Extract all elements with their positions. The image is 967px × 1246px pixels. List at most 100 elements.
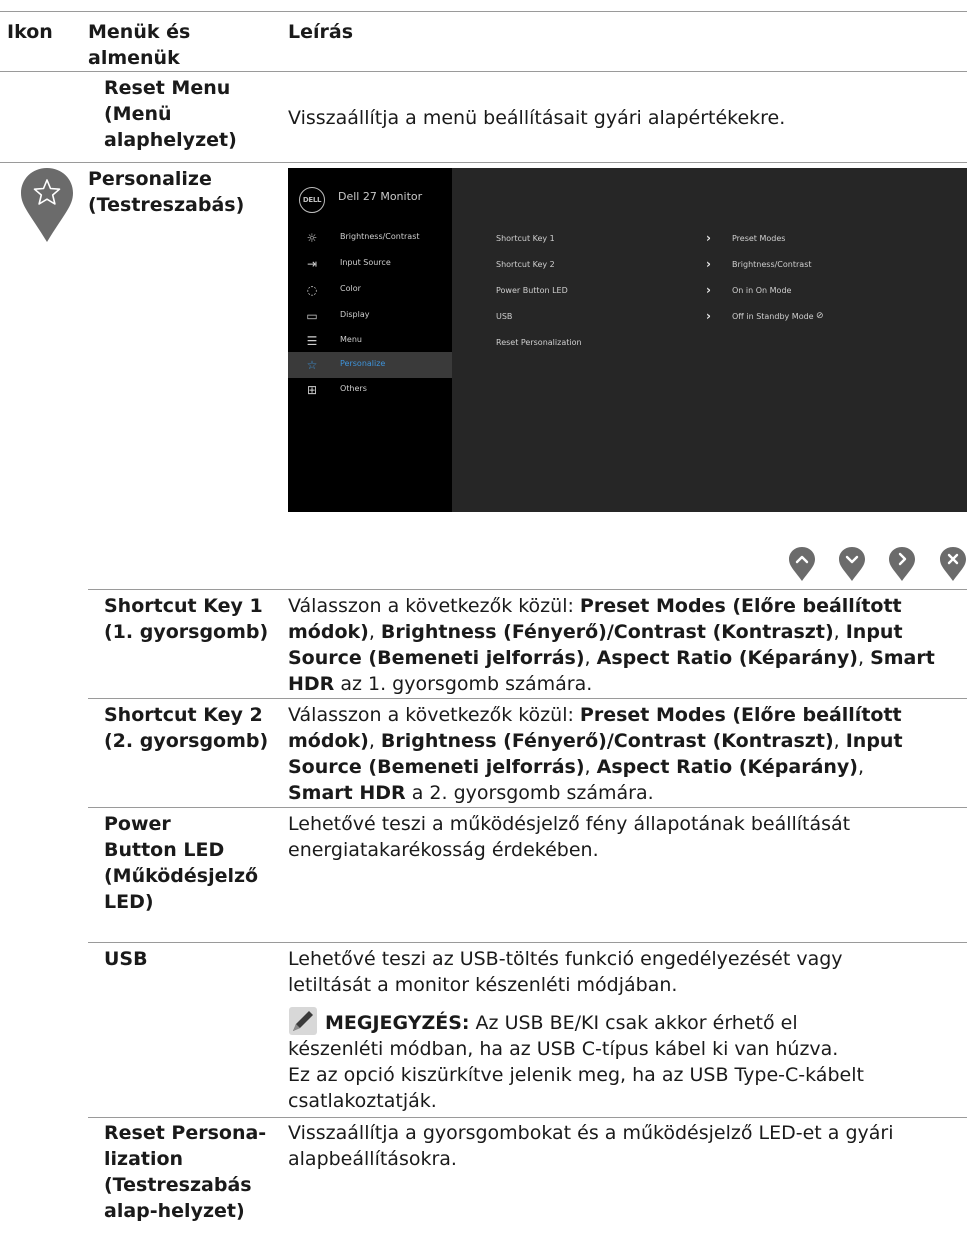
personalize-name: Personalize (Testreszabás) — [88, 168, 245, 216]
chevron-right-icon: › — [706, 257, 711, 271]
text: , — [833, 730, 846, 752]
name-line: alap-helyzet) — [104, 1200, 245, 1222]
osd-option-power-button-led[interactable]: Power Button LED — [496, 286, 568, 295]
text: Lehetővé teszi az USB-töltés funkció eng… — [288, 948, 843, 970]
text: Lehetővé teszi a működésjelző fény állap… — [288, 813, 851, 835]
osd-value: Brightness/Contrast — [732, 260, 812, 269]
osd-item-label: Brightness/Contrast — [340, 232, 420, 241]
text: a 2. gyorsgomb számára. — [405, 782, 654, 804]
color-icon: ◌ — [306, 283, 318, 297]
top-rule — [0, 11, 967, 12]
osd-item-label: Color — [340, 284, 361, 293]
osd-value: Preset Modes — [732, 234, 786, 243]
text: , — [857, 647, 871, 669]
chevron-right-icon: › — [706, 309, 711, 323]
name-line: Reset Persona- — [104, 1122, 267, 1144]
osd-item-label: Display — [340, 310, 370, 319]
name-line: LED) — [104, 891, 154, 913]
text: Az USB BE/KI csak akkor érhető el — [469, 1012, 798, 1034]
text: Source (Bemeneti jelforrás) — [288, 756, 585, 778]
reset-personalization-name: Reset Persona- lization (Testreszabás al… — [104, 1120, 266, 1224]
text: Smart HDR — [288, 782, 406, 804]
osd-option-usb[interactable]: USB — [496, 312, 512, 321]
osd-item-label: Personalize — [340, 359, 386, 368]
osd-item-display[interactable]: ▭ Display — [288, 303, 452, 329]
text: , — [857, 756, 865, 778]
osd-title: Dell 27 Monitor — [338, 190, 423, 203]
star-icon — [21, 168, 73, 242]
osd-panel: Shortcut Key 1 › Preset Modes Shortcut K… — [452, 168, 967, 512]
standby-icon: ⊘ — [816, 311, 824, 321]
reset-menu-desc: Visszaállítja a menü beállításait gyári … — [288, 107, 786, 129]
osd-option-shortcut-key-2[interactable]: Shortcut Key 2 — [496, 260, 555, 269]
text: Preset Modes (Előre beállított — [579, 704, 902, 726]
shortcut-key-2-name: Shortcut Key 2 (2. gyorsgomb) — [104, 702, 268, 754]
osd-item-brightness[interactable]: ☼ Brightness/Contrast — [288, 225, 452, 251]
text: Válasszon a következők közül: — [288, 704, 580, 726]
close-icon — [940, 547, 966, 581]
text: , — [584, 756, 597, 778]
usb-note: MEGJEGYZÉS: Az USB BE/KI csak akkor érhe… — [288, 1010, 967, 1114]
osd-item-menu[interactable]: ☰ Menu — [288, 328, 452, 354]
reset-personalization-desc: Visszaállítja a gyorsgombokat és a működ… — [288, 1120, 967, 1172]
shortcut-key-1-desc: Válasszon a következők közül: Preset Mod… — [288, 593, 967, 697]
text: HDR — [288, 673, 335, 695]
name-line: Shortcut Key 1 — [104, 595, 263, 617]
input-source-icon: ⇥ — [306, 257, 318, 271]
text: Aspect Ratio (Képarány) — [596, 647, 858, 669]
text: , — [368, 621, 381, 643]
name-line: (2. gyorsgomb) — [104, 730, 269, 752]
name-line: (1. gyorsgomb) — [104, 621, 269, 643]
header-rule — [0, 71, 967, 72]
rule — [88, 589, 967, 590]
shortcut-key-2-desc: Válasszon a következők közül: Preset Mod… — [288, 702, 967, 806]
text: energiatakarékosság érdekében. — [288, 839, 599, 861]
text: Input — [845, 621, 903, 643]
osd-item-color[interactable]: ◌ Color — [288, 277, 452, 303]
name-line: lization — [104, 1148, 184, 1170]
text: módok) — [288, 621, 369, 643]
text: Brightness (Fényerő)/Contrast (Kontraszt… — [380, 621, 834, 643]
reset-menu-name: Reset Menu (Menü alaphelyzet) — [104, 77, 237, 151]
others-icon: ⊞ — [306, 383, 318, 397]
menu-icon: ☰ — [306, 334, 318, 348]
text: Visszaállítja a gyorsgombokat és a működ… — [288, 1122, 894, 1144]
text: letiltását a monitor készenléti módjában… — [288, 974, 678, 996]
osd-sidebar: DELL Dell 27 Monitor ☼ Brightness/Contra… — [288, 168, 452, 512]
osd-value: On in On Mode — [732, 286, 792, 295]
right-icon — [889, 547, 915, 581]
osd-item-label: Others — [340, 384, 367, 393]
rule — [88, 1117, 967, 1118]
usb-desc: Lehetővé teszi az USB-töltés funkció eng… — [288, 946, 967, 998]
star-icon: ☆ — [306, 358, 318, 372]
osd-item-label: Menu — [340, 335, 362, 344]
text: , — [584, 647, 597, 669]
osd-item-personalize[interactable]: ☆ Personalize — [288, 352, 452, 378]
header-menus: Menük és almenük — [88, 21, 191, 69]
text: Preset Modes (Előre beállított — [579, 595, 902, 617]
name-line: Power — [104, 813, 171, 835]
down-icon — [839, 547, 865, 581]
shortcut-key-1-name: Shortcut Key 1 (1. gyorsgomb) — [104, 593, 268, 645]
rule — [88, 807, 967, 808]
text: , — [833, 621, 846, 643]
up-icon — [789, 547, 815, 581]
text: készenléti módban, ha az USB C-típus káb… — [288, 1038, 839, 1060]
power-button-led-name: Power Button LED (Működésjelző LED) — [104, 811, 258, 915]
text: Válasszon a következők közül: — [288, 595, 580, 617]
name-line: Shortcut Key 2 — [104, 704, 263, 726]
name-line: (Testreszabás — [104, 1174, 252, 1196]
usb-name: USB — [104, 948, 148, 970]
brightness-icon: ☼ — [306, 231, 318, 245]
header-ikon: Ikon — [7, 21, 53, 43]
text: Ez az opció kiszürkítve jelenik meg, ha … — [288, 1064, 864, 1086]
osd-value: Off in Standby Mode — [732, 312, 814, 321]
note-label: MEGJEGYZÉS: — [325, 1012, 470, 1034]
osd-option-reset-personalization[interactable]: Reset Personalization — [496, 338, 582, 347]
osd-item-label: Input Source — [340, 258, 391, 267]
osd-item-input-source[interactable]: ⇥ Input Source — [288, 251, 452, 277]
text: , — [368, 730, 381, 752]
text: Aspect Ratio (Képarány) — [596, 756, 858, 778]
osd-option-shortcut-key-1[interactable]: Shortcut Key 1 — [496, 234, 555, 243]
osd-item-others[interactable]: ⊞ Others — [288, 377, 452, 403]
